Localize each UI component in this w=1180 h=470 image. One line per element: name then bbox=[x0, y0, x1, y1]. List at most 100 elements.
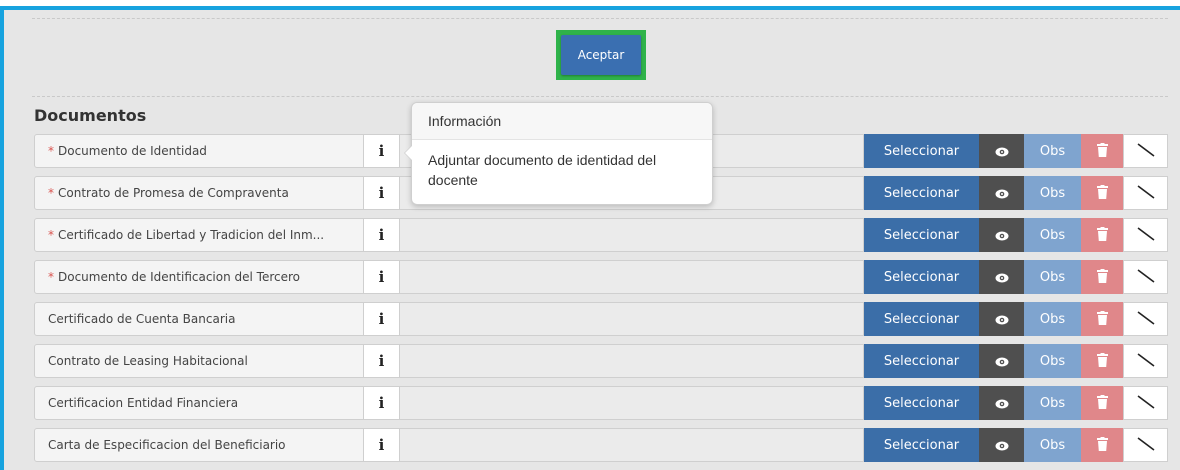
file-path-field[interactable] bbox=[400, 260, 864, 294]
slash-icon bbox=[1137, 436, 1155, 455]
select-file-button[interactable]: Seleccionar bbox=[864, 302, 979, 336]
trash-icon bbox=[1096, 142, 1108, 161]
observations-button[interactable]: Obs bbox=[1024, 176, 1081, 210]
delete-button[interactable] bbox=[1081, 218, 1123, 252]
clear-button[interactable] bbox=[1123, 302, 1168, 336]
eye-icon bbox=[995, 268, 1009, 287]
eye-icon bbox=[995, 310, 1009, 329]
view-button[interactable] bbox=[979, 260, 1024, 294]
trash-icon bbox=[1096, 268, 1108, 287]
observations-button[interactable]: Obs bbox=[1024, 260, 1081, 294]
delete-button[interactable] bbox=[1081, 386, 1123, 420]
trash-icon bbox=[1096, 352, 1108, 371]
observations-button[interactable]: Obs bbox=[1024, 218, 1081, 252]
trash-icon bbox=[1096, 184, 1108, 203]
document-label: * Documento de Identificacion del Tercero bbox=[34, 260, 364, 294]
observations-button[interactable]: Obs bbox=[1024, 302, 1081, 336]
view-button[interactable] bbox=[979, 386, 1024, 420]
file-path-field[interactable] bbox=[400, 344, 864, 378]
view-button[interactable] bbox=[979, 218, 1024, 252]
document-row: Certificado de Cuenta Bancaria i Seleccion… bbox=[34, 302, 1168, 336]
select-file-button[interactable]: Seleccionar bbox=[864, 176, 979, 210]
document-label: Certificado de Cuenta Bancaria bbox=[34, 302, 364, 336]
delete-button[interactable] bbox=[1081, 134, 1123, 168]
info-icon[interactable]: i bbox=[364, 260, 400, 294]
select-file-button[interactable]: Seleccionar bbox=[864, 428, 979, 462]
accept-button[interactable]: Aceptar bbox=[561, 35, 641, 75]
clear-button[interactable] bbox=[1123, 134, 1168, 168]
file-path-field[interactable] bbox=[400, 386, 864, 420]
slash-icon bbox=[1137, 310, 1155, 329]
select-file-button[interactable]: Seleccionar bbox=[864, 260, 979, 294]
clear-button[interactable] bbox=[1123, 344, 1168, 378]
info-icon[interactable]: i bbox=[364, 134, 400, 168]
delete-button[interactable] bbox=[1081, 260, 1123, 294]
view-button[interactable] bbox=[979, 302, 1024, 336]
section-title: Documentos bbox=[34, 106, 147, 125]
clear-button[interactable] bbox=[1123, 428, 1168, 462]
slash-icon bbox=[1137, 268, 1155, 287]
required-asterisk: * bbox=[48, 228, 54, 242]
eye-icon bbox=[995, 394, 1009, 413]
document-name: Certificacion Entidad Financiera bbox=[48, 396, 239, 410]
tooltip-text: Adjuntar documento de identidad del doce… bbox=[428, 152, 657, 188]
delete-button[interactable] bbox=[1081, 428, 1123, 462]
trash-icon bbox=[1096, 226, 1108, 245]
info-icon[interactable]: i bbox=[364, 386, 400, 420]
file-path-field[interactable] bbox=[400, 428, 864, 462]
document-row: Carta de Especificacion del Beneficiario… bbox=[34, 428, 1168, 462]
view-button[interactable] bbox=[979, 134, 1024, 168]
select-file-button[interactable]: Seleccionar bbox=[864, 344, 979, 378]
document-name: Documento de Identificacion del Tercero bbox=[58, 270, 301, 284]
observations-button[interactable]: Obs bbox=[1024, 386, 1081, 420]
select-file-button[interactable]: Seleccionar bbox=[864, 134, 979, 168]
observations-button[interactable]: Obs bbox=[1024, 428, 1081, 462]
info-icon[interactable]: i bbox=[364, 428, 400, 462]
clear-button[interactable] bbox=[1123, 176, 1168, 210]
document-row: * Certificado de Libertad y Tradicion del… bbox=[34, 218, 1168, 252]
document-name: Contrato de Leasing Habitacional bbox=[48, 354, 248, 368]
delete-button[interactable] bbox=[1081, 176, 1123, 210]
delete-button[interactable] bbox=[1081, 302, 1123, 336]
file-path-field[interactable] bbox=[400, 302, 864, 336]
slash-icon bbox=[1137, 184, 1155, 203]
info-icon[interactable]: i bbox=[364, 344, 400, 378]
info-tooltip: Información Adjuntar documento de identi… bbox=[404, 102, 713, 205]
slash-icon bbox=[1137, 352, 1155, 371]
observations-button[interactable]: Obs bbox=[1024, 344, 1081, 378]
select-file-button[interactable]: Seleccionar bbox=[864, 386, 979, 420]
view-button[interactable] bbox=[979, 176, 1024, 210]
eye-icon bbox=[995, 226, 1009, 245]
delete-button[interactable] bbox=[1081, 344, 1123, 378]
clear-button[interactable] bbox=[1123, 260, 1168, 294]
observations-button[interactable]: Obs bbox=[1024, 134, 1081, 168]
document-name: Certificado de Cuenta Bancaria bbox=[48, 312, 236, 326]
clear-button[interactable] bbox=[1123, 218, 1168, 252]
trash-icon bbox=[1096, 436, 1108, 455]
slash-icon bbox=[1137, 394, 1155, 413]
document-label: * Documento de Identidad bbox=[34, 134, 364, 168]
section-divider bbox=[32, 96, 1168, 97]
required-asterisk: * bbox=[48, 270, 54, 284]
document-row: * Documento de Identificacion del Tercero… bbox=[34, 260, 1168, 294]
view-button[interactable] bbox=[979, 344, 1024, 378]
trash-icon bbox=[1096, 310, 1108, 329]
required-asterisk: * bbox=[48, 144, 54, 158]
document-label: * Contrato de Promesa de Compraventa bbox=[34, 176, 364, 210]
info-icon[interactable]: i bbox=[364, 302, 400, 336]
tooltip-title: Información bbox=[412, 103, 712, 140]
accept-highlight: Aceptar bbox=[556, 30, 646, 80]
slash-icon bbox=[1137, 226, 1155, 245]
file-path-field[interactable] bbox=[400, 218, 864, 252]
info-icon[interactable]: i bbox=[364, 218, 400, 252]
tooltip-arrow-inner bbox=[405, 146, 412, 160]
clear-button[interactable] bbox=[1123, 386, 1168, 420]
info-icon[interactable]: i bbox=[364, 176, 400, 210]
document-label: * Certificado de Libertad y Tradicion del… bbox=[34, 218, 364, 252]
eye-icon bbox=[995, 184, 1009, 203]
document-name: Carta de Especificacion del Beneficiario bbox=[48, 438, 286, 452]
select-file-button[interactable]: Seleccionar bbox=[864, 218, 979, 252]
required-asterisk: * bbox=[48, 186, 54, 200]
document-label: Carta de Especificacion del Beneficiario bbox=[34, 428, 364, 462]
view-button[interactable] bbox=[979, 428, 1024, 462]
